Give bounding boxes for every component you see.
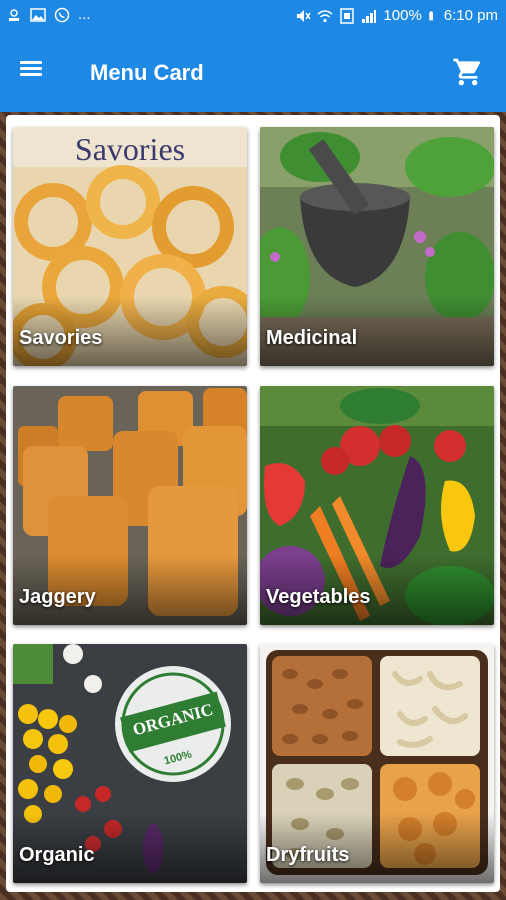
- category-tile-dryfruits[interactable]: Dryfruits: [260, 644, 494, 883]
- status-time: 6:10 pm: [443, 7, 498, 24]
- category-label: Jaggery: [19, 586, 96, 608]
- mute-icon: [297, 9, 312, 22]
- status-right-icons: 100% 6:10 pm: [295, 7, 498, 24]
- whatsapp-icon: [54, 7, 70, 22]
- signal-icon: [362, 9, 377, 23]
- category-tile-medicinal[interactable]: Medicinal: [260, 127, 494, 366]
- savories-banner: Savories: [74, 131, 186, 167]
- category-label: Organic: [19, 844, 95, 866]
- shopping-cart-icon[interactable]: [452, 56, 484, 88]
- category-label: Dryfruits: [266, 844, 350, 866]
- gallery-icon: [30, 7, 46, 22]
- status-overflow-text: ...: [78, 6, 91, 23]
- hamburger-menu-icon[interactable]: [18, 58, 48, 88]
- network-speed-icon: [9, 8, 19, 21]
- app-bar: Menu Card: [0, 34, 506, 112]
- category-label: Vegetables: [266, 586, 371, 608]
- page-title: Menu Card: [90, 60, 204, 85]
- wifi-icon: [317, 9, 333, 22]
- category-tile-jaggery[interactable]: Jaggery: [13, 386, 247, 625]
- category-tile-vegetables[interactable]: Vegetables: [260, 386, 494, 625]
- category-tile-savories[interactable]: Savories Savories: [13, 127, 247, 366]
- category-label: Savories: [19, 327, 103, 349]
- category-label: Medicinal: [266, 327, 358, 349]
- battery-icon: [429, 10, 433, 20]
- category-grid: Savories Savories Medicinal Jaggery Vege…: [6, 115, 500, 892]
- battery-percent: 100%: [383, 7, 422, 24]
- status-left-icons: ...: [6, 6, 91, 23]
- sim-icon: [340, 7, 355, 24]
- status-bar: ... 100% 6:10 pm: [0, 0, 506, 34]
- category-tile-organic[interactable]: ORGANIC 100% Organic: [13, 644, 247, 883]
